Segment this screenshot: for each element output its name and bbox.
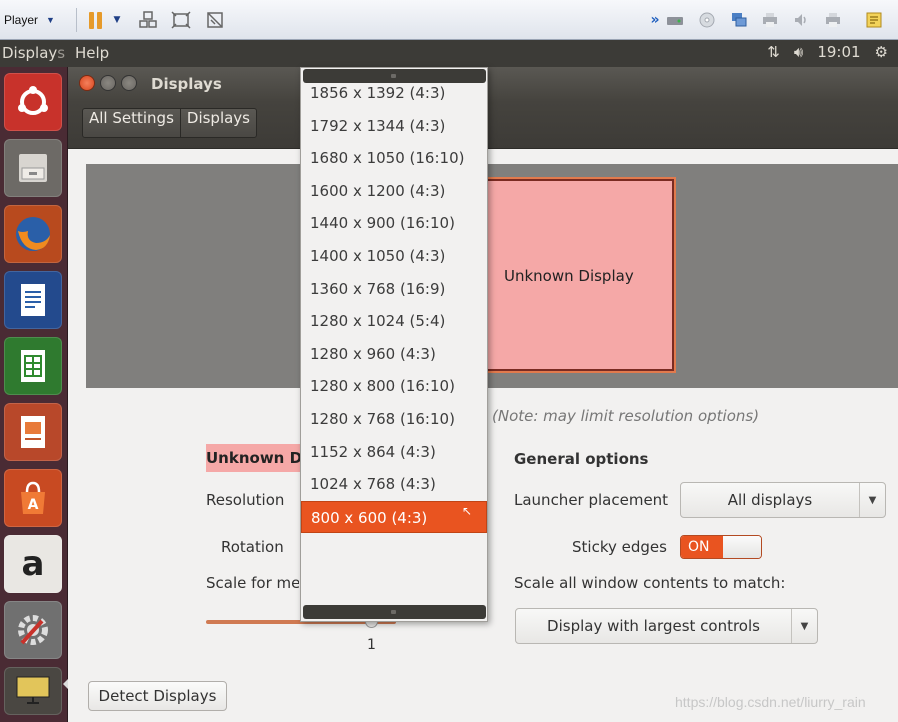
cd-icon[interactable]	[697, 10, 717, 30]
files-icon[interactable]	[4, 139, 62, 197]
pause-icon[interactable]	[84, 9, 106, 31]
scale-value: 1	[367, 637, 376, 653]
resolution-option[interactable]: 1600 x 1200 (4:3)	[301, 175, 487, 207]
resolution-option[interactable]: 1400 x 1050 (4:3)	[301, 240, 487, 272]
resolution-option[interactable]: 1280 x 960 (4:3)	[301, 338, 487, 370]
message-icon[interactable]	[864, 10, 884, 30]
indicator-area: ⇅ 🔊︎ 19:01 ⚙	[767, 43, 888, 61]
general-options-heading: General options	[514, 450, 649, 468]
resolution-option[interactable]: 1856 x 1392 (4:3)	[301, 77, 487, 109]
volume-icon[interactable]: 🔊︎	[794, 43, 803, 61]
monitor-label: Unknown Display	[504, 267, 634, 285]
software-center-icon[interactable]: A	[4, 469, 62, 527]
unity-icon[interactable]	[204, 9, 226, 31]
scale-all-label: Scale all window contents to match:	[514, 574, 786, 592]
launcher-placement-label: Launcher placement	[514, 491, 669, 509]
player-menu-button[interactable]: Player ▼	[4, 8, 55, 32]
send-ctrl-alt-del-icon[interactable]	[137, 9, 159, 31]
vm-toolbar: Player ▼ ▼ »	[0, 0, 898, 40]
app-menu-title[interactable]: Displays	[2, 44, 65, 62]
resolution-option[interactable]: 1280 x 768 (16:10)	[301, 403, 487, 435]
printer-icon[interactable]	[760, 10, 780, 30]
impress-icon[interactable]	[4, 403, 62, 461]
resolution-option[interactable]: 800 x 600 (4:3)	[301, 500, 487, 533]
usb-icon[interactable]	[823, 10, 843, 30]
player-menu-label: Player	[4, 13, 39, 27]
close-icon[interactable]	[79, 75, 95, 91]
resolution-dropdown-list[interactable]: 1856 x 1392 (4:3) 1792 x 1344 (4:3) 1680 x…	[300, 67, 488, 622]
window-title: Displays	[151, 75, 222, 93]
dash-home-icon[interactable]	[4, 73, 62, 131]
resolution-option[interactable]: 1280 x 800 (16:10)	[301, 370, 487, 402]
pause-dropdown-icon[interactable]: ▼	[110, 9, 124, 31]
resolution-option[interactable]: 1792 x 1344 (4:3)	[301, 110, 487, 142]
watermark: https://blog.csdn.net/liurry_rain	[675, 694, 866, 710]
help-menu[interactable]: Help	[75, 44, 109, 62]
toggle-state: ON	[681, 536, 723, 558]
resolution-label: Resolution	[206, 491, 285, 509]
gear-icon[interactable]: ⚙	[875, 43, 888, 61]
network-transfer-icon[interactable]: ⇅	[767, 43, 780, 61]
launcher-placement-value: All displays	[727, 491, 813, 509]
chevron-down-icon: ▼	[791, 609, 817, 643]
toggle-knob	[723, 536, 761, 558]
chevron-down-icon: ▼	[859, 483, 885, 517]
sticky-edges-toggle[interactable]: ON	[680, 535, 762, 559]
minimize-icon[interactable]	[100, 75, 116, 91]
breadcrumb-displays[interactable]: Displays	[181, 109, 256, 137]
launcher: A a	[0, 67, 68, 722]
maximize-icon[interactable]	[121, 75, 137, 91]
breadcrumb: All Settings Displays	[82, 108, 257, 138]
svg-text:A: A	[28, 497, 39, 513]
calc-icon[interactable]	[4, 337, 62, 395]
resolution-option[interactable]: 1280 x 1024 (5:4)	[301, 305, 487, 337]
toolbar-divider	[76, 8, 77, 32]
resolution-option[interactable]: 1440 x 900 (16:10)	[301, 207, 487, 239]
rotation-label: Rotation	[221, 538, 284, 556]
displays-app-icon[interactable]	[4, 667, 62, 715]
system-settings-icon[interactable]	[4, 601, 62, 659]
display-name-label: Unknown Display	[206, 444, 306, 472]
hdd-icon[interactable]	[665, 10, 685, 30]
sound-icon[interactable]	[791, 10, 811, 30]
amazon-logo: a	[21, 544, 45, 584]
launcher-placement-combo[interactable]: All displays ▼	[680, 482, 886, 518]
mouse-cursor-icon: ↖	[462, 504, 473, 518]
clock[interactable]: 19:01	[817, 43, 860, 61]
breadcrumb-all-settings[interactable]: All Settings	[83, 109, 181, 137]
sticky-edges-label: Sticky edges	[572, 538, 667, 556]
more-chevron-icon[interactable]: »	[645, 10, 665, 30]
monitor-arrangement-area: Unknown Display	[86, 164, 898, 388]
top-panel: Displays Help ⇅ 🔊︎ 19:01 ⚙	[0, 40, 898, 67]
scroll-down-arrow[interactable]	[303, 605, 486, 619]
monitor-preview[interactable]: Unknown Display	[484, 179, 674, 371]
resolution-option[interactable]: 1680 x 1050 (16:10)	[301, 142, 487, 174]
resolution-option[interactable]: 1152 x 864 (4:3)	[301, 436, 487, 468]
amazon-icon[interactable]: a	[4, 535, 62, 593]
resolution-option[interactable]: 1024 x 768 (4:3)	[301, 468, 487, 500]
scale-all-combo[interactable]: Display with largest controls ▼	[515, 608, 818, 644]
firefox-icon[interactable]	[4, 205, 62, 263]
scale-label: Scale for menu and title bars:	[206, 574, 299, 592]
network-icon[interactable]	[729, 10, 749, 30]
resolution-option[interactable]: 1360 x 768 (16:9)	[301, 273, 487, 305]
chevron-down-icon: ▼	[46, 15, 55, 25]
fit-guest-icon[interactable]	[170, 9, 192, 31]
resolution-note: (Note: may limit resolution options)	[492, 407, 760, 425]
detect-displays-button[interactable]: Detect Displays	[88, 681, 227, 711]
writer-icon[interactable]	[4, 271, 62, 329]
scale-all-value: Display with largest controls	[547, 617, 760, 635]
